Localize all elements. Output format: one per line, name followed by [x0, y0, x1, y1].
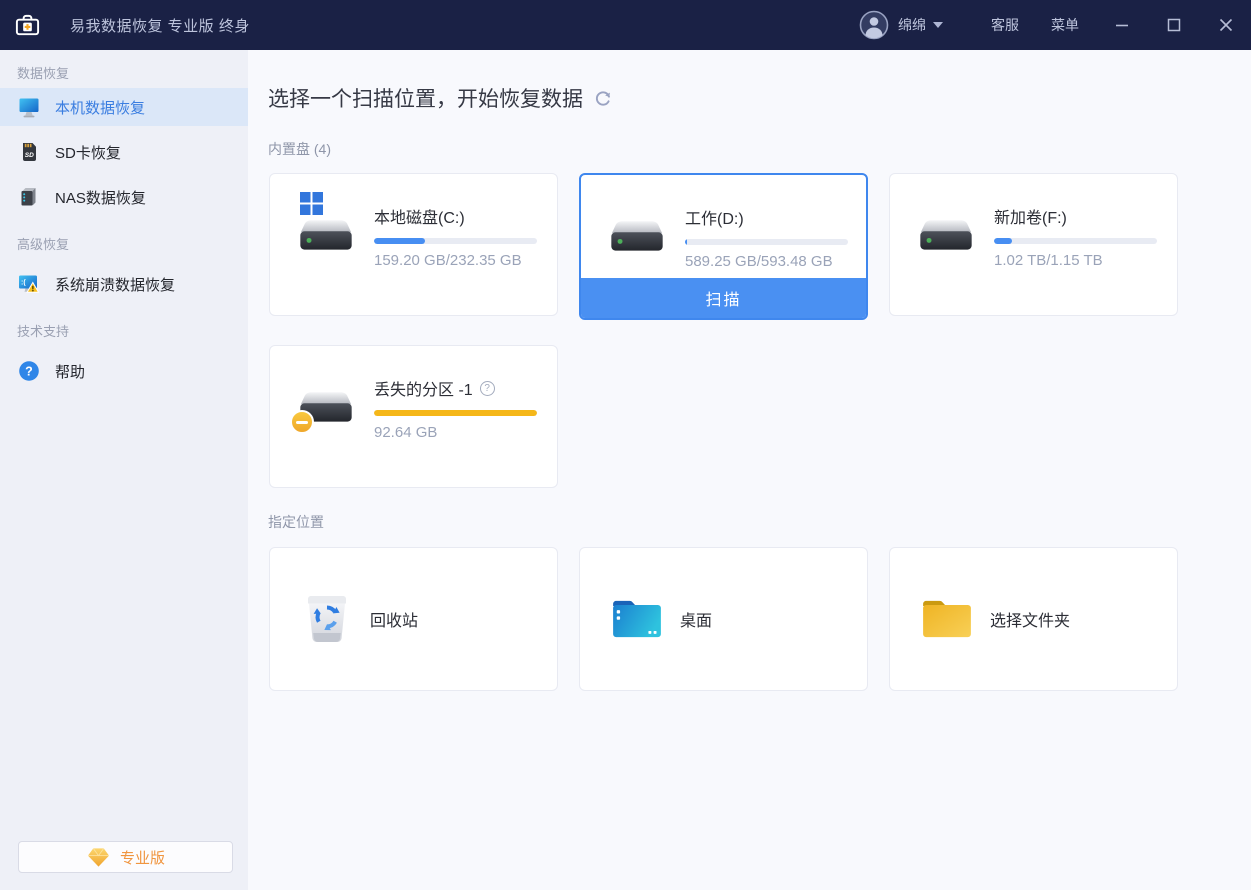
maximize-icon [1167, 18, 1181, 32]
drive-capacity: 159.20 GB/232.35 GB [374, 252, 540, 269]
drive-card-c[interactable]: 本地磁盘(C:) 159.20 GB/232.35 GB [269, 173, 558, 316]
refresh-icon[interactable] [594, 90, 612, 108]
hard-drive-icon [605, 213, 669, 257]
location-card-choose-folder[interactable]: 选择文件夹 [889, 547, 1178, 691]
capacity-bar [994, 238, 1157, 244]
drive-card-lost-partition[interactable]: 丢失的分区 -1 ? 92.64 GB [269, 345, 558, 488]
location-label: 桌面 [680, 607, 712, 631]
choose-folder-icon [920, 596, 974, 642]
drive-name: 本地磁盘(C:) [374, 204, 540, 228]
drive-capacity: 1.02 TB/1.15 TB [994, 252, 1160, 269]
lost-partition-badge-icon [290, 410, 314, 434]
chevron-down-icon [933, 22, 943, 28]
svg-text:?: ? [25, 364, 33, 378]
internal-drives-section-label: 内置盘 (4) [268, 139, 331, 159]
locations-section-label: 指定位置 [268, 512, 324, 532]
sidebar-item-help[interactable]: ? 帮助 [0, 352, 248, 390]
drive-card-d-selected[interactable]: 工作(D:) 589.25 GB/593.48 GB 扫描 [579, 173, 868, 320]
close-icon [1219, 18, 1233, 32]
drive-capacity: 589.25 GB/593.48 GB [685, 253, 851, 270]
nas-server-icon [17, 185, 41, 209]
pro-version-label: 专业版 [120, 847, 165, 868]
maximize-button[interactable] [1157, 0, 1191, 50]
recycle-bin-icon [303, 592, 351, 646]
windows-logo-icon [300, 192, 323, 215]
sidebar-item-sd-recovery[interactable]: SD SD卡恢复 [0, 133, 248, 171]
titlebar: 易我数据恢复 专业版 终身 绵绵 客服 菜单 [0, 0, 1251, 50]
sidebar-item-nas-recovery[interactable]: NAS数据恢复 [0, 178, 248, 216]
location-card-recycle-bin[interactable]: 回收站 [269, 547, 558, 691]
sidebar-item-label: 本机数据恢复 [55, 97, 145, 118]
sidebar: 数据恢复 本机数据恢复 SD SD卡恢复 NAS数据恢 [0, 50, 248, 890]
sidebar-item-label: SD卡恢复 [55, 142, 121, 163]
hard-drive-icon [914, 212, 978, 256]
help-icon: ? [17, 359, 41, 383]
capacity-bar [374, 238, 537, 244]
gem-icon [86, 847, 111, 868]
desktop-folder-icon [610, 596, 664, 642]
sidebar-section-advanced: 高级恢复 [17, 234, 69, 253]
menu-link[interactable]: 菜单 [1051, 15, 1079, 35]
hard-drive-icon [294, 212, 358, 256]
drive-card-f[interactable]: 新加卷(F:) 1.02 TB/1.15 TB [889, 173, 1178, 316]
support-link[interactable]: 客服 [991, 15, 1019, 35]
close-button[interactable] [1209, 0, 1243, 50]
svg-text:SD: SD [25, 152, 34, 159]
location-card-desktop[interactable]: 桌面 [579, 547, 868, 691]
sd-card-icon: SD [17, 140, 41, 164]
crash-monitor-icon: :( [17, 272, 41, 296]
drive-name: 新加卷(F:) [994, 204, 1160, 228]
capacity-bar [374, 410, 537, 416]
drive-capacity: 92.64 GB [374, 424, 540, 441]
svg-text::(: :( [21, 280, 26, 287]
sidebar-item-label: NAS数据恢复 [55, 187, 146, 208]
page-title: 选择一个扫描位置，开始恢复数据 [268, 83, 583, 113]
pro-version-button[interactable]: 专业版 [18, 841, 233, 873]
sidebar-section-data-recovery: 数据恢复 [17, 63, 69, 82]
app-title: 易我数据恢复 专业版 终身 [70, 15, 250, 36]
avatar-icon [859, 10, 889, 40]
sidebar-item-label: 系统崩溃数据恢复 [55, 274, 175, 295]
main-content: 选择一个扫描位置，开始恢复数据 内置盘 (4) [248, 50, 1251, 890]
drive-name: 工作(D:) [685, 205, 851, 229]
username: 绵绵 [898, 15, 926, 35]
monitor-icon [17, 95, 41, 119]
sidebar-item-label: 帮助 [55, 361, 85, 382]
location-label: 选择文件夹 [990, 607, 1070, 631]
scan-button[interactable]: 扫描 [581, 278, 866, 318]
minimize-icon [1115, 18, 1129, 32]
sidebar-item-crash-recovery[interactable]: :( 系统崩溃数据恢复 [0, 265, 248, 303]
app-logo-icon [14, 12, 41, 39]
user-account[interactable]: 绵绵 [859, 10, 943, 40]
location-label: 回收站 [370, 607, 418, 631]
minimize-button[interactable] [1105, 0, 1139, 50]
capacity-bar [685, 239, 848, 245]
sidebar-item-local-recovery[interactable]: 本机数据恢复 [0, 88, 248, 126]
lost-partition-help-icon[interactable]: ? [480, 381, 495, 396]
drive-name: 丢失的分区 -1 [374, 376, 473, 400]
sidebar-section-support: 技术支持 [17, 321, 69, 340]
